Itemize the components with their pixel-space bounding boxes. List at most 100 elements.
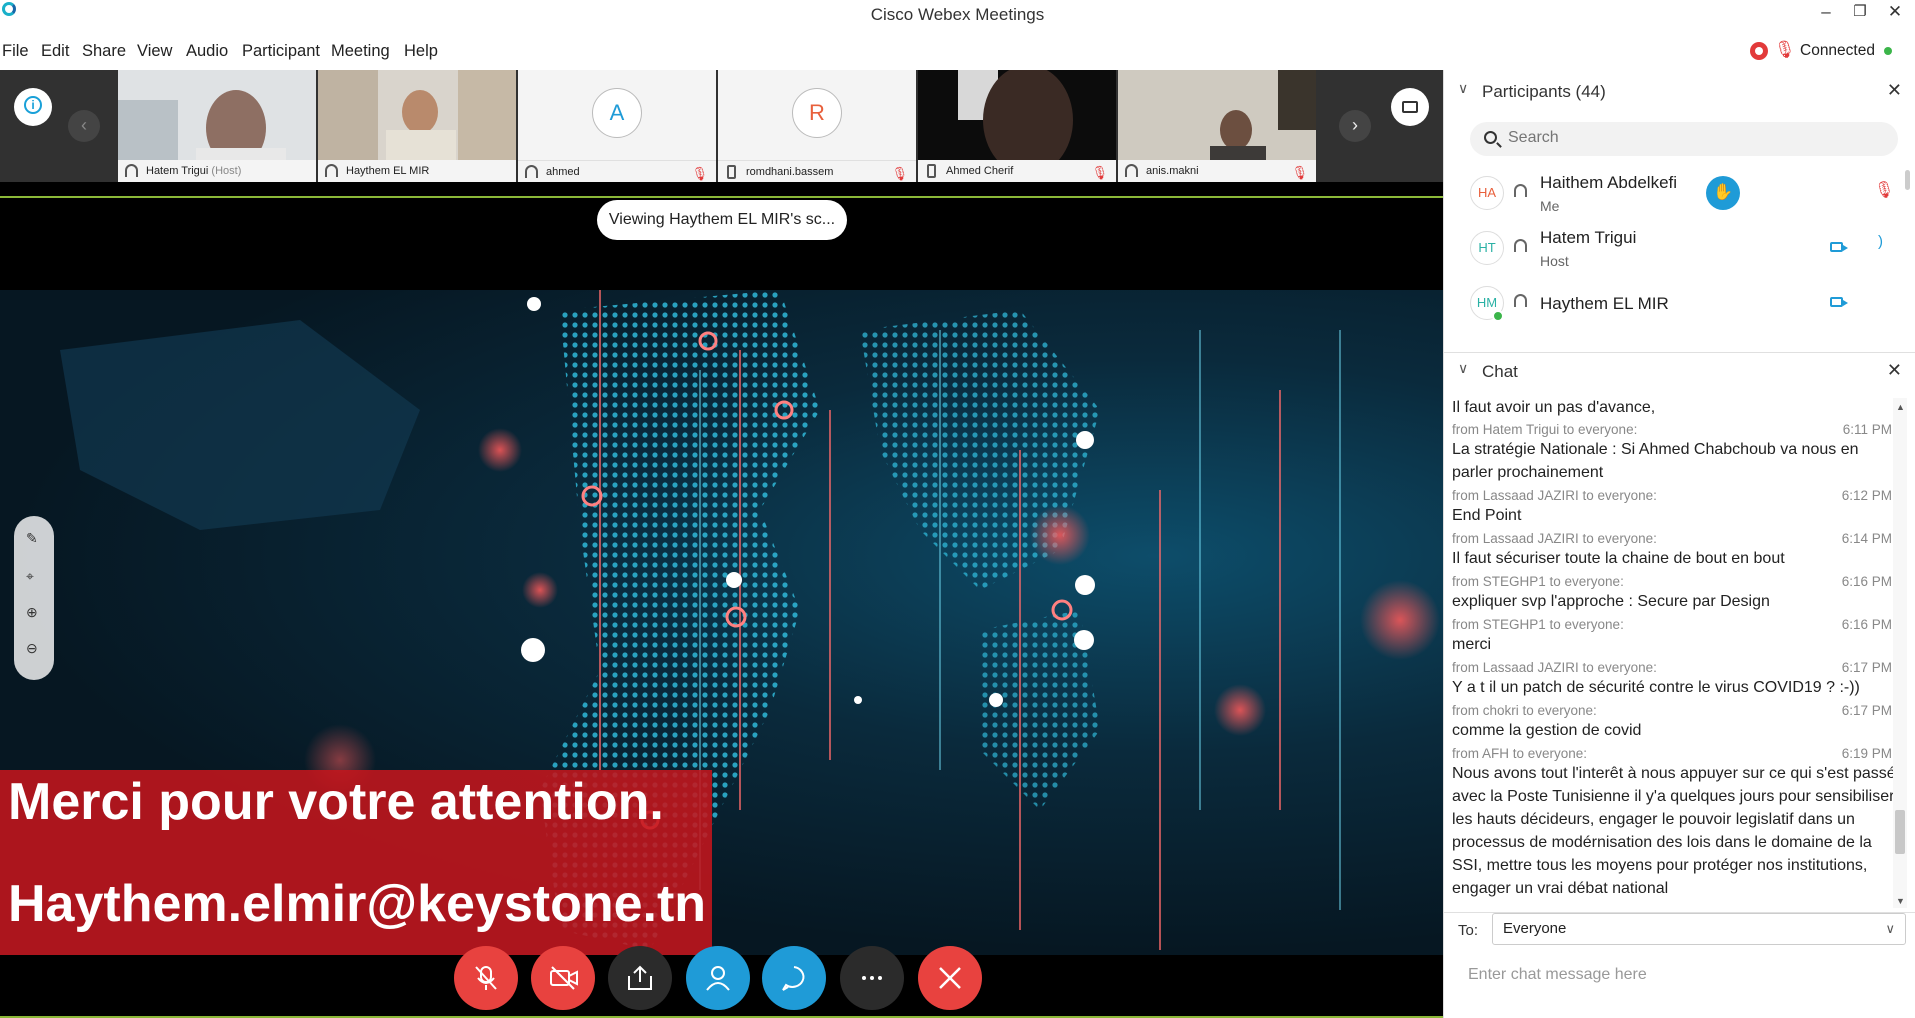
chat-message-text: End Point [1452,507,1522,524]
close-icon [939,967,961,989]
participant-row[interactable]: HT Hatem Trigui Host ) [1444,223,1904,275]
zoom-out-icon[interactable]: ⊖ [26,640,38,657]
avatar: R [792,88,842,138]
chat-message-meta: from Lassaad JAZIRI to everyone: 6:12 PM [1452,488,1892,503]
participants-button[interactable] [686,946,750,1010]
chat-message-text: Y a t il un patch de sécurité contre le … [1452,679,1860,696]
menu-edit[interactable]: Edit [41,42,69,61]
muted-icon[interactable]: 🎙 [1874,180,1894,200]
to-label: To: [1458,922,1479,939]
slide-text-email: Haythem.elmir@keystone.tn [8,875,707,933]
menu-help[interactable]: Help [404,42,438,61]
avatar: HT [1470,231,1504,265]
chat-message-text: Il faut avoir un pas d'avance, [1452,399,1656,416]
filmstrip-prev-button[interactable]: ‹ [68,110,100,142]
tile-label: Haythem EL MIR [318,160,516,182]
menu-meeting[interactable]: Meeting [331,42,390,61]
muted-mic-icon[interactable]: 🎙 [1774,40,1796,60]
annotate-pen-icon[interactable]: ✎ [26,530,38,547]
info-icon: i [24,96,42,114]
muted-icon: 🎙 [1291,165,1308,180]
side-panel: ∨ Participants (44) ✕ HA Haithem Abdelke… [1443,70,1915,1018]
video-tile[interactable]: R romdhani.bassem 🎙 [718,70,916,182]
chat-message-meta: from AFH to everyone: 6:19 PM [1452,746,1892,761]
search-input[interactable] [1508,129,1878,147]
tile-label: Ahmed Cherif 🎙 [918,160,1116,182]
participant-role: Host [1540,253,1569,269]
muted-icon: 🎙 [1091,165,1108,180]
headset-icon [1514,294,1527,307]
shared-screen: Merci pour votre attention. Haythem.elmi… [0,290,1443,955]
avatar: HA [1470,176,1504,210]
video-tile[interactable]: anis.makni 🎙 [1118,70,1316,182]
chat-input[interactable]: Enter chat message here [1468,966,1647,984]
chat-message-text: comme la gestion de covid [1452,722,1642,739]
meeting-controls [0,942,1443,1018]
muted-icon: 🎙 [891,166,908,181]
more-icon [862,976,882,980]
annotation-toolbar: ✎ ⌖ ⊕ ⊖ [14,516,54,680]
zoom-in-icon[interactable]: ⊕ [26,604,38,621]
video-tile[interactable]: Hatem Trigui (Host) [118,70,316,182]
video-tile[interactable]: Haythem EL MIR [318,70,516,182]
participants-scrollbar[interactable] [1905,170,1910,190]
collapse-chevron-icon[interactable]: ∨ [1458,360,1468,377]
participants-header: ∨ Participants (44) ✕ [1458,80,1902,101]
presenter-badge-icon [1492,310,1504,322]
menu-audio[interactable]: Audio [186,42,228,61]
headset-icon [1125,164,1138,177]
chat-message-meta: from Lassaad JAZIRI to everyone: 6:14 PM [1452,531,1892,546]
close-chat-button[interactable]: ✕ [1887,360,1902,381]
chat-messages: Il faut avoir un pas d'avance, from Hate… [1444,398,1908,910]
raise-hand-icon[interactable]: ✋ [1706,176,1740,210]
recording-icon[interactable] [1750,42,1768,60]
chat-message-meta: from STEGHP1 to everyone: 6:16 PM [1452,574,1892,589]
mute-button[interactable] [454,946,518,1010]
video-toggle-button[interactable] [531,946,595,1010]
video-stage: i ‹ Hatem Trigui (Host) Haythem EL MIR A… [0,70,1443,1018]
scroll-down-icon[interactable]: ▼ [1896,896,1905,906]
participants-icon [706,966,730,991]
title-bar: Cisco Webex Meetings – ❐ ✕ [0,0,1915,30]
chat-message-text: Il faut sécuriser toute la chaine de bou… [1452,550,1785,567]
chat-scrollbar-thumb[interactable] [1895,810,1905,854]
participant-row[interactable]: HM Haythem EL MIR [1444,278,1904,330]
restore-button[interactable]: ❐ [1845,2,1875,20]
tile-label: ahmed 🎙 [518,160,716,182]
menu-file[interactable]: File [2,42,29,61]
menu-view[interactable]: View [137,42,172,61]
camera-off-icon [550,966,578,990]
filmstrip-next-button[interactable]: › [1339,110,1371,142]
headset-icon [1514,184,1527,197]
headset-icon [1514,239,1527,252]
participant-row[interactable]: HA Haithem Abdelkefi Me ✋ 🎙 [1444,168,1904,220]
more-options-button[interactable] [840,946,904,1010]
collapse-chevron-icon[interactable]: ∨ [1458,80,1468,97]
menu-share[interactable]: Share [82,42,126,61]
layout-button[interactable] [1391,88,1429,126]
close-participants-button[interactable]: ✕ [1887,80,1902,101]
chat-message-text: expliquer svp l'approche : Secure par De… [1452,593,1770,610]
filmstrip-divider [0,196,1443,198]
minimize-button[interactable]: – [1811,2,1841,22]
phone-icon [727,165,736,179]
end-meeting-button[interactable] [918,946,982,1010]
participant-search[interactable] [1470,122,1898,156]
chat-recipient-select[interactable]: Everyone ∨ [1492,913,1906,945]
chat-message-meta: from Lassaad JAZIRI to everyone: 6:17 PM [1452,660,1892,675]
mic-muted-icon [475,966,497,990]
meeting-info-button[interactable]: i [14,88,52,126]
menu-participant[interactable]: Participant [242,42,320,61]
participant-name: Haithem Abdelkefi [1540,173,1678,192]
share-button[interactable] [608,946,672,1010]
close-window-button[interactable]: ✕ [1880,2,1910,22]
chat-icon [782,966,805,991]
chat-message-meta: from STEGHP1 to everyone: 6:16 PM [1452,617,1892,632]
video-tile[interactable]: Ahmed Cherif 🎙 [918,70,1116,182]
pointer-icon[interactable]: ⌖ [26,568,34,585]
panel-divider [1444,352,1915,353]
tile-label: romdhani.bassem 🎙 [718,160,916,182]
chat-button[interactable] [762,946,826,1010]
video-tile[interactable]: A ahmed 🎙 [518,70,716,182]
scroll-up-icon[interactable]: ▲ [1896,402,1905,412]
